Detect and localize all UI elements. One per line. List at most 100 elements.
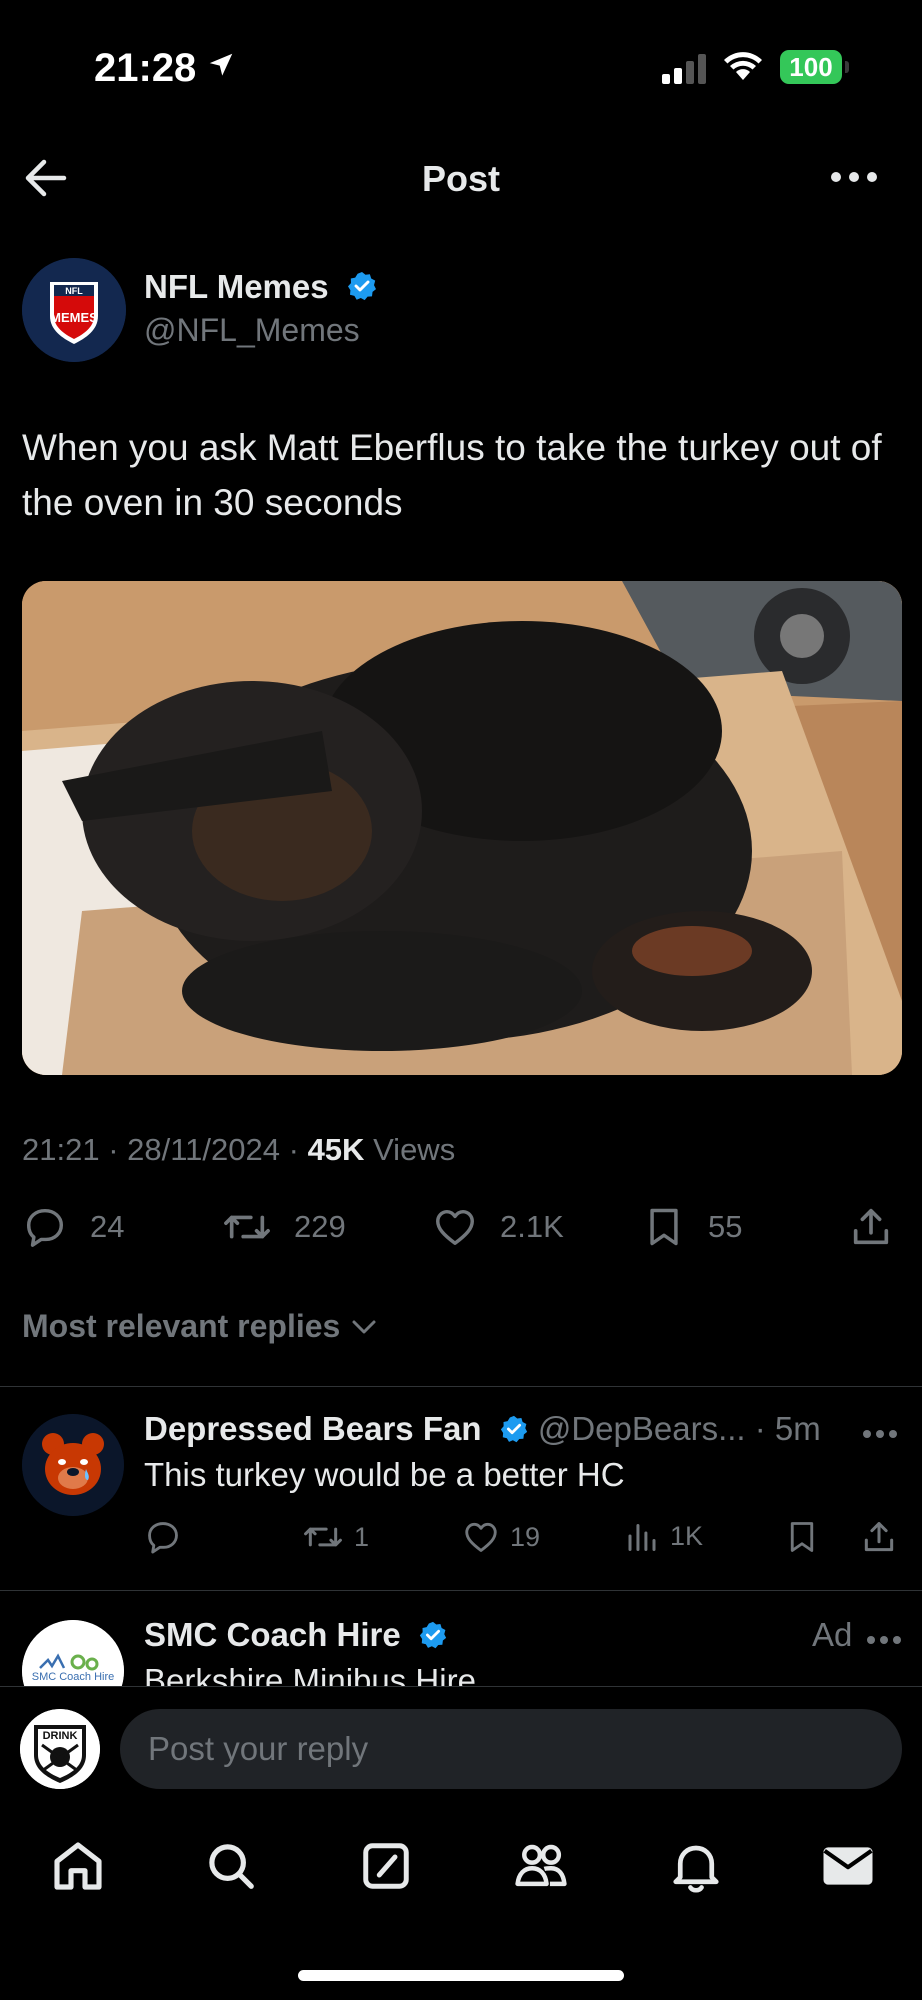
like-icon bbox=[436, 1209, 474, 1246]
more-icon[interactable] bbox=[830, 170, 878, 184]
reply-views-button[interactable]: 1K bbox=[624, 1518, 703, 1554]
post-actions: 24 229 2.1K 55 bbox=[22, 1204, 902, 1264]
tab-search[interactable] bbox=[201, 1836, 261, 1896]
verified-icon bbox=[500, 1415, 527, 1443]
reply-reply-button[interactable] bbox=[144, 1518, 182, 1556]
bookmark-icon bbox=[790, 1522, 814, 1552]
user-avatar[interactable]: DRINK bbox=[20, 1709, 100, 1789]
home-icon bbox=[54, 1842, 102, 1890]
reply-repost-button[interactable]: 1 bbox=[302, 1518, 369, 1556]
ad-label: Ad bbox=[812, 1616, 853, 1653]
wifi-icon bbox=[724, 52, 762, 80]
home-indicator bbox=[298, 1970, 624, 1981]
author-handle[interactable]: @NFL_Memes bbox=[144, 312, 360, 349]
compose-icon bbox=[363, 1843, 409, 1889]
reply-actions: 1 19 1K bbox=[144, 1518, 904, 1562]
reply-text: This turkey would be a better HC bbox=[144, 1456, 625, 1493]
post-text: When you ask Matt Eberflus to take the t… bbox=[22, 427, 882, 523]
tab-communities[interactable] bbox=[511, 1836, 571, 1896]
reply-share-button[interactable] bbox=[860, 1518, 898, 1556]
ad-subtitle: Berkshire Minibus Hire bbox=[144, 1662, 476, 1686]
repost-icon bbox=[224, 1215, 270, 1239]
ad-author-name[interactable]: SMC Coach Hire bbox=[144, 1616, 448, 1654]
chevron-down-icon bbox=[352, 1320, 376, 1333]
top-bar: Post bbox=[0, 140, 922, 216]
post-author[interactable]: NFL MEMES NFL Memes @NFL_Memes bbox=[22, 258, 902, 364]
search-icon bbox=[209, 1844, 254, 1889]
communities-icon bbox=[515, 1844, 567, 1887]
post-meta: 21:21 · 28/11/2024 · 45K Views bbox=[22, 1132, 456, 1167]
bookmark-count: 55 bbox=[708, 1209, 743, 1244]
reply-input[interactable] bbox=[120, 1709, 902, 1789]
replies-filter[interactable]: Most relevant replies bbox=[22, 1308, 378, 1345]
reply-age: 5m bbox=[774, 1410, 821, 1447]
share-button[interactable] bbox=[848, 1204, 894, 1250]
reply-author-handle[interactable]: @DepBears... bbox=[538, 1410, 746, 1447]
nfl-logo-icon: NFL MEMES bbox=[22, 258, 126, 362]
reply-views-count: 1K bbox=[670, 1520, 704, 1551]
smc-logo-icon: SMC Coach Hire bbox=[22, 1620, 124, 1686]
share-icon bbox=[853, 1208, 889, 1245]
repost-icon bbox=[304, 1527, 342, 1547]
bears-logo-icon bbox=[22, 1414, 124, 1516]
author-avatar[interactable]: NFL MEMES bbox=[22, 258, 126, 362]
reply-icon bbox=[26, 1208, 64, 1247]
divider bbox=[0, 1386, 922, 1387]
svg-text:MEMES: MEMES bbox=[50, 310, 98, 325]
ad-item[interactable]: SMC Coach Hire SMC Coach Hire Ad Berkshi… bbox=[0, 1594, 922, 1686]
tab-messages[interactable] bbox=[818, 1836, 878, 1896]
verified-icon bbox=[419, 1621, 447, 1649]
reply-author-name[interactable]: Depressed Bears Fan bbox=[144, 1410, 482, 1447]
reply-composer: DRINK bbox=[0, 1686, 922, 1810]
reply-like-count: 19 bbox=[510, 1521, 541, 1552]
tab-notifications[interactable] bbox=[666, 1836, 726, 1896]
reply-like-button[interactable]: 19 bbox=[462, 1518, 540, 1556]
reply-bookmark-button[interactable] bbox=[784, 1518, 820, 1556]
notifications-icon bbox=[673, 1845, 719, 1893]
battery-indicator: 100 bbox=[780, 50, 842, 84]
reply-item[interactable]: Depressed Bears Fan @DepBears... · 5m Th… bbox=[0, 1388, 922, 1588]
tab-home[interactable] bbox=[48, 1836, 108, 1896]
messages-icon bbox=[823, 1847, 873, 1885]
like-button[interactable]: 2.1K bbox=[432, 1204, 564, 1250]
reply-separator: · bbox=[745, 1410, 775, 1447]
replies-filter-label: Most relevant replies bbox=[22, 1308, 341, 1344]
raiders-logo-icon: DRINK bbox=[20, 1709, 100, 1789]
status-bar: 21:28 100 bbox=[0, 0, 922, 130]
share-icon bbox=[864, 1522, 894, 1552]
tab-bar bbox=[0, 1810, 922, 2000]
author-name-text: NFL Memes bbox=[144, 268, 329, 305]
reply-button[interactable]: 24 bbox=[22, 1204, 124, 1250]
more-icon[interactable] bbox=[862, 1428, 898, 1440]
ad-logo-text: SMC Coach Hire bbox=[32, 1671, 115, 1683]
svg-text:NFL: NFL bbox=[65, 286, 83, 296]
reply-header: Depressed Bears Fan @DepBears... · 5m bbox=[144, 1410, 821, 1448]
verified-icon bbox=[347, 272, 376, 301]
location-arrow-icon bbox=[209, 53, 233, 76]
post-time: 21:21 bbox=[22, 1132, 100, 1167]
views-icon bbox=[628, 1524, 656, 1551]
repost-button[interactable]: 229 bbox=[222, 1204, 346, 1250]
views-count: 45K bbox=[307, 1132, 365, 1167]
ad-avatar[interactable]: SMC Coach Hire bbox=[22, 1620, 124, 1686]
reply-avatar[interactable] bbox=[22, 1414, 124, 1516]
ad-name-text: SMC Coach Hire bbox=[144, 1616, 401, 1653]
more-icon[interactable] bbox=[866, 1634, 902, 1646]
author-name[interactable]: NFL Memes bbox=[144, 268, 378, 306]
views-label: Views bbox=[373, 1132, 456, 1167]
tab-compose[interactable] bbox=[356, 1836, 416, 1896]
divider bbox=[0, 1590, 922, 1591]
reply-icon bbox=[148, 1522, 178, 1554]
bookmark-icon bbox=[650, 1208, 678, 1246]
burnt-turkey-photo bbox=[22, 581, 902, 1075]
battery-level: 100 bbox=[789, 51, 833, 82]
page-title: Post bbox=[421, 158, 500, 199]
post-image[interactable] bbox=[22, 581, 902, 1075]
compose-avatar-text: DRINK bbox=[43, 1730, 78, 1742]
post-date: 28/11/2024 bbox=[127, 1132, 280, 1167]
status-time: 21:28 bbox=[94, 46, 197, 90]
repost-count: 229 bbox=[294, 1209, 346, 1244]
bookmark-button[interactable]: 55 bbox=[642, 1204, 742, 1250]
like-icon bbox=[465, 1522, 497, 1552]
reply-count: 24 bbox=[90, 1209, 125, 1244]
